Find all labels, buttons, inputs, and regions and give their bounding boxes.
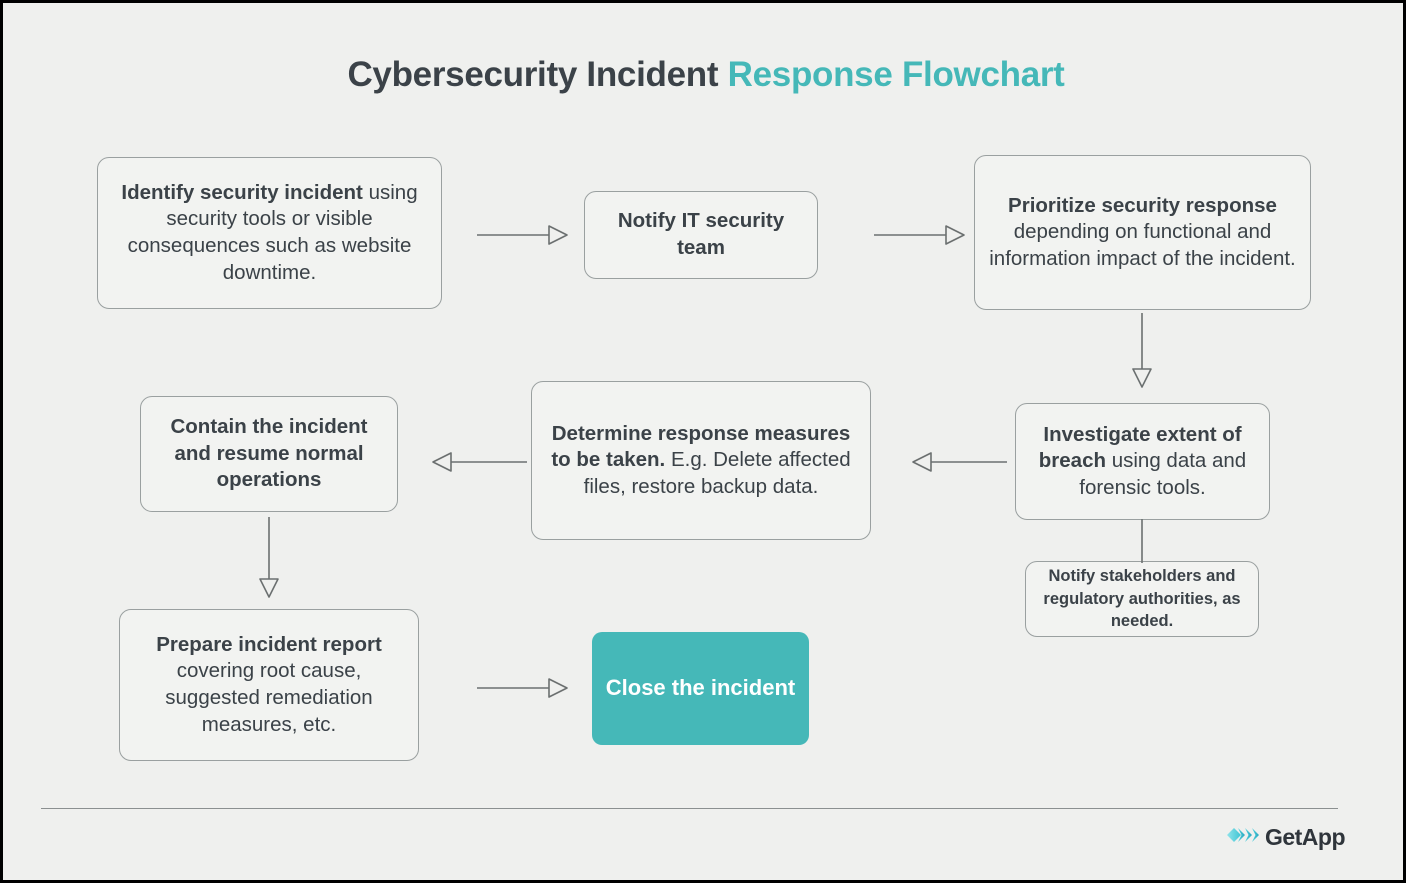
brand-name: GetApp bbox=[1264, 824, 1346, 850]
flow-node-heading: Close the incident bbox=[605, 675, 796, 701]
flow-node-heading: Contain the incident and resume normal o… bbox=[170, 415, 368, 492]
flow-node-heading: Prepare incident report bbox=[156, 632, 382, 656]
connector-report-to-close bbox=[477, 674, 573, 702]
flowchart-canvas: Cybersecurity Incident Response Flowchar… bbox=[0, 0, 1406, 883]
page-title-accent: Response Flowchart bbox=[727, 55, 1065, 94]
connector-prioritize-to-investigate bbox=[1128, 313, 1156, 391]
flow-node-investigate-extent-of-breach: Investigate extent of breach using data … bbox=[1015, 403, 1270, 520]
connector-notify-to-prioritize bbox=[874, 221, 970, 249]
flow-node-heading: Notify IT security team bbox=[617, 209, 785, 259]
flow-node-contain-the-incident: Contain the incident and resume normal o… bbox=[140, 396, 398, 512]
connector-determine-to-contain bbox=[427, 448, 527, 476]
flow-node-prioritize-security-response: Prioritize security response depending o… bbox=[974, 155, 1311, 310]
flow-node-heading: Identify security incident bbox=[121, 180, 363, 204]
flow-node-body: covering root cause, suggested remediati… bbox=[165, 659, 373, 736]
flow-node-heading: Prioritize security response bbox=[1008, 193, 1277, 217]
page-title-primary: Cybersecurity Incident bbox=[347, 55, 719, 94]
flow-node-notify-it-security-team: Notify IT security team bbox=[584, 191, 818, 279]
footer-divider bbox=[41, 808, 1338, 809]
flow-node-determine-response-measures: Determine response measures to be taken.… bbox=[531, 381, 871, 540]
flow-node-body: depending on functional and information … bbox=[989, 220, 1296, 270]
connector-investigate-to-determine bbox=[907, 448, 1007, 476]
brand-logo: GetApp bbox=[1226, 824, 1346, 850]
chevron-logo-icon bbox=[1226, 825, 1259, 850]
flow-node-close-the-incident: Close the incident bbox=[592, 632, 809, 745]
flow-node-heading: Notify stakeholders and regulatory autho… bbox=[1043, 566, 1241, 631]
page-title: Cybersecurity Incident Response Flowchar… bbox=[3, 55, 1403, 95]
connector-contain-to-report bbox=[255, 517, 283, 601]
connector-identify-to-notify bbox=[477, 221, 573, 249]
flow-node-identify-security-incident: Identify security incident using securit… bbox=[97, 157, 442, 309]
connector-investigate-to-stakeholders bbox=[1134, 519, 1150, 563]
flow-node-prepare-incident-report: Prepare incident report covering root ca… bbox=[119, 609, 419, 761]
flow-node-notify-stakeholders: Notify stakeholders and regulatory autho… bbox=[1025, 561, 1259, 637]
